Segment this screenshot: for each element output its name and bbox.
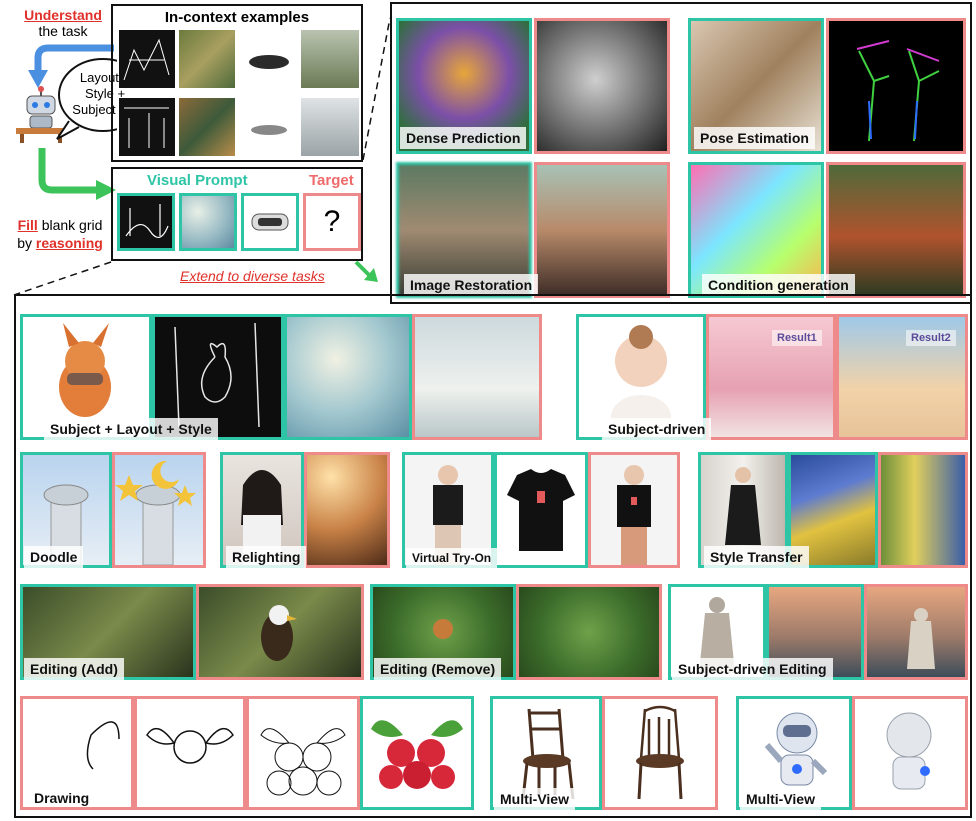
drawing-step-3 <box>246 696 360 810</box>
result1-badge: Result1 <box>772 330 822 346</box>
drawing-result <box>360 696 474 810</box>
sls-target <box>412 314 542 440</box>
doodle-output <box>112 452 206 568</box>
image-restoration-label: Image Restoration <box>404 274 539 296</box>
sls-style <box>284 314 412 440</box>
sls-label: Subject + Layout + Style <box>44 418 218 440</box>
image-restoration-output <box>534 162 670 298</box>
relighting-output <box>304 452 390 568</box>
dense-prediction-label: Dense Prediction <box>400 127 527 149</box>
relighting-label: Relighting <box>226 546 307 568</box>
multiview-label-1: Multi-View <box>494 788 575 810</box>
multiview-chair-output <box>602 696 718 810</box>
editing-add-output <box>196 584 364 680</box>
tryon-label: Virtual Try-On <box>406 548 498 568</box>
sde-output <box>864 584 968 680</box>
dense-prediction-output <box>534 18 670 154</box>
subject-driven-label: Subject-driven <box>602 418 712 440</box>
tryon-output <box>588 452 680 568</box>
result2-badge: Result2 <box>906 330 956 346</box>
pose-estimation-output <box>826 18 966 154</box>
tryon-garment <box>494 452 588 568</box>
multiview-label-2: Multi-View <box>740 788 821 810</box>
editing-remove-label: Editing (Remove) <box>374 658 502 680</box>
doodle-label: Doodle <box>24 546 84 568</box>
style-transfer-label: Style Transfer <box>704 546 809 568</box>
drawing-step-2 <box>134 696 246 810</box>
style-transfer-output <box>878 452 968 568</box>
multiview-robot-output <box>852 696 968 810</box>
pose-estimation-label: Pose Estimation <box>694 127 815 149</box>
drawing-label: Drawing <box>34 790 90 806</box>
sde-label: Subject-driven Editing <box>672 658 833 680</box>
editing-remove-output <box>516 584 662 680</box>
condition-generation-label: Condition generation <box>702 274 855 296</box>
editing-add-label: Editing (Add) <box>24 658 124 680</box>
